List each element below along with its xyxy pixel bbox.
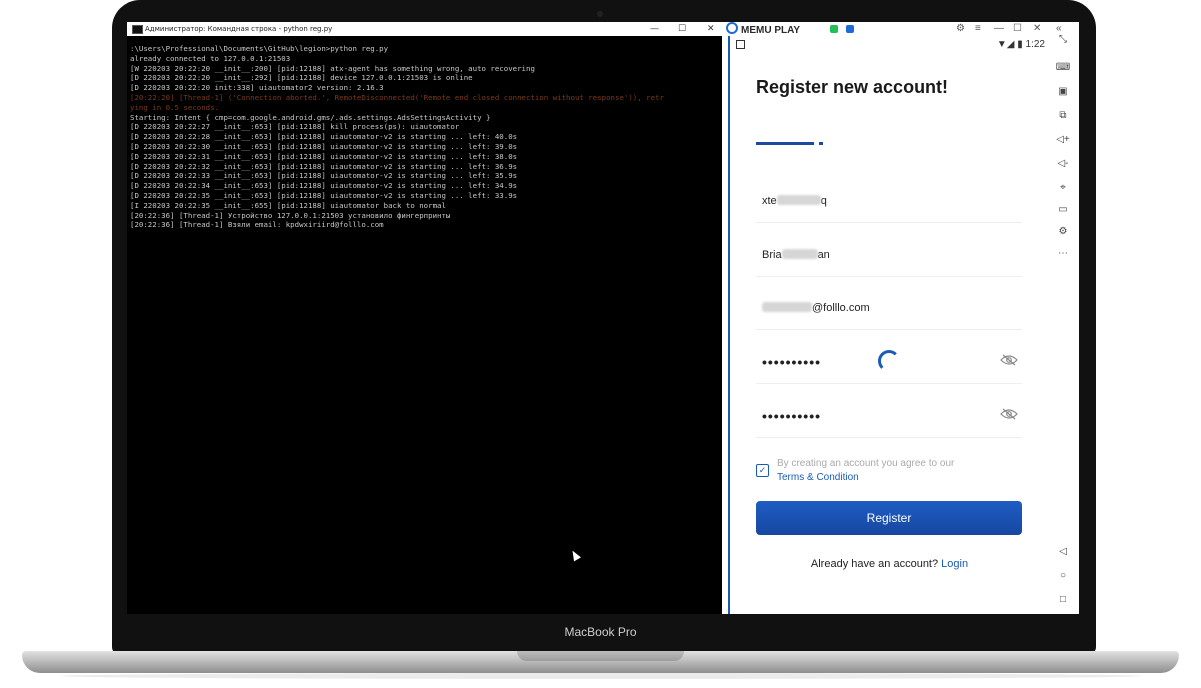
- cmd-title: Администратор: Командная строка - python…: [145, 25, 333, 33]
- terminal-line: [D 220203 20:22:20 init:338] uiautomator…: [130, 83, 384, 93]
- keyboard-icon[interactable]: ⌨: [1047, 62, 1079, 73]
- terminal-line: [D 220203 20:22:32 __init__:653] [pid:12…: [130, 161, 518, 171]
- more-icon[interactable]: ⋯: [1047, 248, 1079, 259]
- back-icon[interactable]: ◁: [1047, 546, 1079, 557]
- mouse-cursor-icon: [569, 548, 581, 562]
- field-value-end: @folllo.com: [812, 302, 870, 314]
- macbook-label: MacBook Pro: [564, 625, 637, 639]
- loading-spinner-icon: [878, 350, 900, 372]
- settings-icon[interactable]: ⚙: [1047, 226, 1079, 237]
- memu-emulator: MEMU PLAY ⚙ ≡ — ☐ ✕ « ▼◢ ▮ 1:22 Register…: [722, 22, 1079, 614]
- terminal-line: [I 220203 20:22:35 __init__:655] [pid:12…: [130, 200, 446, 210]
- have-account-text: Already have an account?: [810, 558, 939, 570]
- terminal-line: [20:22:36] [Thread-1] Взяли email: kpdwx…: [130, 220, 384, 230]
- terminal-line: [D 220203 20:22:35 __init__:653] [pid:12…: [130, 190, 518, 200]
- page-title: Register new account!: [756, 77, 949, 97]
- terminal-line: :\Users\Professional\Documents\GitHub\le…: [130, 44, 389, 53]
- terminal-line: [D 220203 20:22:33 __init__:653] [pid:12…: [130, 171, 518, 181]
- volume-down-icon[interactable]: ◁-: [1047, 158, 1079, 169]
- status-bar: ▼◢ ▮ 1:22: [730, 36, 1049, 54]
- settings-icon[interactable]: ⚙: [956, 22, 965, 36]
- terminal-line: [20:22:20] [Thread-1] ('Connection abort…: [130, 92, 664, 102]
- home-icon[interactable]: ○: [1047, 570, 1079, 581]
- recent-apps-icon[interactable]: □: [1047, 594, 1079, 605]
- field-value-end: an: [817, 249, 830, 261]
- terminal-line: [D 220203 20:22:34 __init__:653] [pid:12…: [130, 181, 518, 191]
- password-value: ••••••••••: [762, 354, 822, 370]
- emu-minimize-button[interactable]: —: [994, 22, 1004, 36]
- terminal-line: Starting: Intent { cmp=com.google.androi…: [130, 112, 491, 122]
- terminal-line: [W 220203 20:22:20 __init__:200] [pid:12…: [130, 63, 535, 73]
- emulator-titlebar: MEMU PLAY ⚙ ≡ — ☐ ✕ «: [722, 22, 1079, 36]
- terminal-line: already connected to 127.0.0.1:21503: [130, 53, 291, 63]
- login-link[interactable]: Login: [941, 558, 968, 570]
- field-value: xte q: [762, 195, 827, 207]
- cmd-icon: [132, 25, 143, 34]
- emulator-sidebar: ⤡ ⌨ ▣ ⧉ ◁+ ◁- ⌖ ▭ ⚙ ⋯ ◁ ○ □: [1047, 34, 1079, 614]
- terminal-line: [20:22:36] [Thread-1] Устройство 127.0.0…: [130, 210, 451, 220]
- menu-icon[interactable]: ≡: [975, 22, 981, 36]
- confirm-password-field[interactable]: ••••••••••: [756, 397, 1022, 438]
- email-field[interactable]: @folllo.com: [756, 289, 1022, 330]
- signal-battery-icon: ▼◢ ▮: [996, 39, 1023, 50]
- badge-green-icon[interactable]: [830, 25, 838, 33]
- field-value-start: Bria: [762, 249, 782, 261]
- email-username-field[interactable]: xte q: [756, 182, 1022, 223]
- terminal-line: [D 220203 20:22:27 __init__:653] [pid:12…: [130, 122, 460, 132]
- laptop-notch: [517, 651, 684, 661]
- agree-text: By creating an account you agree to our: [777, 458, 955, 469]
- folder-icon[interactable]: ▭: [1047, 204, 1079, 215]
- register-button[interactable]: Register: [756, 501, 1022, 535]
- cmd-titlebar: Администратор: Командная строка - python…: [127, 22, 722, 36]
- android-screen: ▼◢ ▮ 1:22 Register new account! xte q Bri…: [728, 36, 1049, 614]
- status-right: ▼◢ ▮ 1:22: [997, 39, 1045, 50]
- confirm-password-value: ••••••••••: [762, 408, 822, 424]
- terminal-line: [D 220203 20:22:30 __init__:653] [pid:12…: [130, 141, 518, 151]
- laptop-shadow: [60, 673, 1141, 679]
- eye-off-icon[interactable]: [1000, 408, 1018, 420]
- terminal-line: [D 220203 20:22:20 __init__:292] [pid:12…: [130, 73, 473, 83]
- emu-maximize-button[interactable]: ☐: [1013, 22, 1022, 36]
- notification-icon: [736, 40, 745, 49]
- screen: Администратор: Командная строка - python…: [127, 22, 1079, 614]
- multi-window-icon[interactable]: ⧉: [1047, 110, 1079, 121]
- redacted-text: [762, 302, 812, 312]
- login-prompt: Already have an account? Login: [730, 558, 1049, 570]
- terms-link[interactable]: Terms & Condition: [777, 472, 859, 483]
- redacted-text: [781, 249, 818, 259]
- screenshot-icon[interactable]: ▣: [1047, 86, 1079, 97]
- field-value-end: q: [820, 195, 827, 207]
- close-button[interactable]: ✕: [707, 22, 715, 36]
- emu-close-button[interactable]: ✕: [1033, 22, 1041, 36]
- field-value: @folllo.com: [762, 302, 870, 314]
- title-underline: [756, 142, 814, 145]
- cmd-output[interactable]: :\Users\Professional\Documents\GitHub\le…: [127, 36, 722, 230]
- badge-blue-icon[interactable]: [846, 25, 854, 33]
- terms-checkbox[interactable]: ✓: [756, 464, 769, 477]
- terminal-line: ying in 0.5 seconds.: [130, 102, 219, 112]
- terminal-line: [D 220203 20:22:31 __init__:653] [pid:12…: [130, 151, 518, 161]
- maximize-button[interactable]: ☐: [678, 22, 686, 36]
- volume-up-icon[interactable]: ◁+: [1047, 134, 1079, 145]
- name-field[interactable]: Bria an: [756, 236, 1022, 277]
- cmd-window: Администратор: Командная строка - python…: [127, 22, 722, 614]
- field-value: Bria an: [762, 249, 830, 261]
- fullscreen-icon[interactable]: ⤡: [1047, 34, 1079, 45]
- field-value-start: xte: [762, 195, 777, 207]
- redacted-text: [776, 195, 821, 205]
- eye-off-icon[interactable]: [1000, 354, 1018, 366]
- memu-logo-text: MEMU PLAY: [741, 25, 801, 36]
- location-icon[interactable]: ⌖: [1047, 182, 1079, 193]
- title-underline-dot: [819, 142, 823, 145]
- camera: [597, 11, 603, 17]
- memu-logo-icon: [726, 22, 738, 34]
- status-time: 1:22: [1025, 39, 1045, 50]
- minimize-button[interactable]: —: [650, 22, 659, 36]
- terminal-line: [D 220203 20:22:28 __init__:653] [pid:12…: [130, 132, 518, 142]
